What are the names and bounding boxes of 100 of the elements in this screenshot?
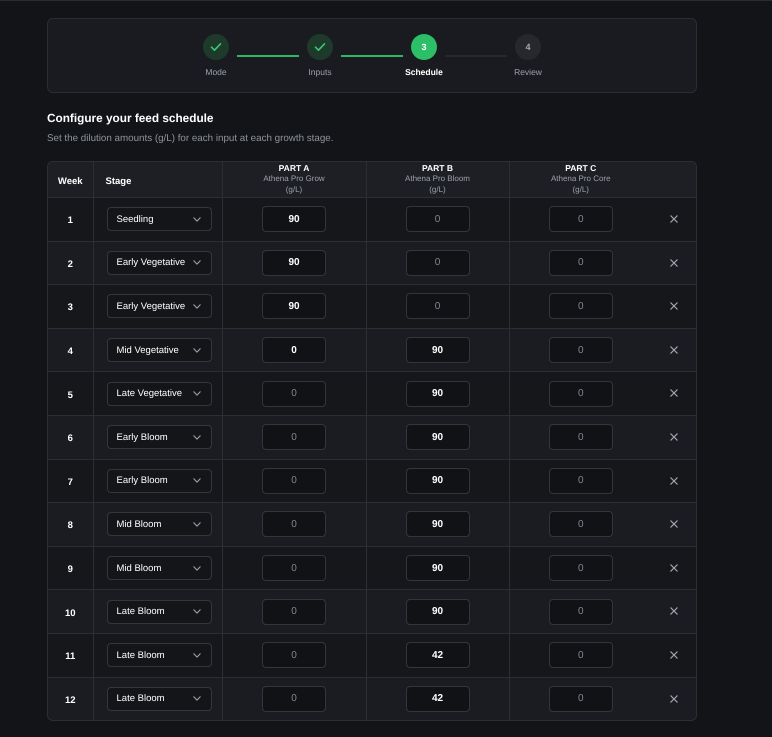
stage-select[interactable]: Late Bloom — [106, 686, 212, 711]
amount-input[interactable]: 0 — [262, 424, 326, 450]
week-number: 8 — [68, 520, 73, 532]
step-number: 3 — [411, 34, 437, 60]
remove-row-button[interactable] — [668, 518, 680, 530]
chevron-down-icon — [192, 434, 200, 440]
step-number: 4 — [515, 34, 541, 60]
week-number: 6 — [68, 433, 73, 444]
column-title: PART A — [278, 163, 310, 173]
amount-input[interactable]: 0 — [406, 250, 470, 276]
amount-input[interactable]: 0 — [548, 598, 613, 625]
stage-select[interactable]: Early Vegetative — [106, 250, 212, 275]
week-number: 9 — [68, 564, 73, 576]
column-header: Stage — [106, 176, 132, 186]
amount-input[interactable]: 0 — [406, 206, 470, 232]
remove-row-button[interactable] — [668, 344, 680, 356]
stage-select[interactable]: Seedling — [106, 207, 212, 232]
amount-input[interactable]: 0 — [548, 424, 613, 450]
column-subtitle: Athena Pro Grow — [262, 173, 326, 184]
stage-select[interactable]: Mid Bloom — [106, 512, 212, 536]
close-icon — [670, 520, 678, 528]
step-label: Mode — [205, 67, 227, 77]
chevron-down-icon — [192, 304, 200, 309]
amount-input[interactable]: 42 — [406, 686, 470, 712]
amount-input[interactable]: 0 — [262, 337, 326, 364]
amount-input[interactable]: 0 — [548, 337, 613, 364]
amount-input[interactable]: 0 — [548, 206, 613, 232]
amount-input[interactable]: 90 — [262, 250, 326, 276]
stage-select[interactable]: Late Bloom — [106, 643, 212, 668]
amount-input[interactable]: 0 — [548, 511, 613, 538]
amount-input[interactable]: 0 — [548, 293, 613, 320]
amount-input[interactable]: 90 — [406, 380, 470, 407]
amount-input[interactable]: 0 — [548, 468, 613, 494]
week-number: 3 — [68, 302, 73, 314]
amount-input[interactable]: 0 — [548, 250, 613, 276]
amount-input[interactable]: 90 — [406, 424, 470, 450]
amount-input[interactable]: 0 — [262, 555, 326, 582]
week-number: 2 — [68, 258, 73, 270]
chevron-down-icon — [192, 522, 200, 527]
chevron-down-icon — [192, 348, 200, 353]
stage-select[interactable]: Mid Bloom — [106, 556, 212, 580]
remove-row-button[interactable] — [668, 431, 680, 444]
amount-input[interactable]: 90 — [406, 337, 470, 364]
amount-input[interactable]: 90 — [406, 511, 470, 538]
column-subtitle: Athena Pro Core — [550, 173, 612, 184]
remove-row-button[interactable] — [668, 649, 680, 661]
column-subtitle: Athena Pro Bloom — [404, 173, 471, 184]
amount-input[interactable]: 0 — [548, 642, 613, 668]
chevron-down-icon — [192, 609, 200, 614]
stage-select[interactable]: Late Bloom — [106, 600, 212, 624]
chevron-down-icon — [192, 478, 200, 484]
amount-input[interactable]: 0 — [262, 511, 326, 538]
close-icon — [670, 215, 678, 224]
chevron-down-icon — [192, 652, 200, 658]
remove-row-button[interactable] — [668, 692, 680, 705]
week-number: 10 — [64, 608, 76, 619]
amount-input[interactable]: 0 — [548, 686, 613, 712]
remove-row-button[interactable] — [668, 213, 680, 226]
amount-input[interactable]: 90 — [406, 555, 470, 582]
amount-input[interactable]: 42 — [406, 642, 470, 668]
column-header: Week — [58, 176, 83, 186]
chevron-down-icon — [192, 391, 200, 396]
section-title: Configure your feed schedule — [47, 110, 214, 126]
amount-input[interactable]: 0 — [262, 380, 326, 407]
step-label: Review — [514, 67, 542, 77]
amount-input[interactable]: 0 — [262, 598, 326, 625]
chevron-down-icon — [192, 260, 200, 266]
stage-select[interactable]: Late Vegetative — [106, 382, 212, 406]
close-icon — [670, 651, 678, 659]
remove-row-button[interactable] — [668, 387, 680, 400]
amount-input[interactable]: 90 — [262, 293, 326, 320]
week-number: 1 — [68, 215, 73, 226]
close-icon — [670, 389, 678, 398]
amount-input[interactable]: 0 — [262, 642, 326, 668]
amount-input[interactable]: 0 — [262, 686, 326, 712]
amount-input[interactable]: 0 — [548, 555, 613, 582]
section-description: Set the dilution amounts (g/L) for each input at each growth stage. — [47, 133, 334, 145]
amount-input[interactable]: 90 — [262, 206, 326, 232]
amount-input[interactable]: 0 — [262, 468, 326, 494]
amount-input[interactable]: 0 — [406, 293, 470, 320]
amount-input[interactable]: 90 — [406, 598, 470, 625]
amount-input[interactable]: 0 — [548, 380, 613, 407]
remove-row-button[interactable] — [668, 474, 680, 487]
stage-select[interactable]: Mid Vegetative — [106, 338, 212, 362]
remove-row-button[interactable] — [668, 300, 680, 312]
step-label: Schedule — [405, 67, 443, 77]
stage-select[interactable]: Early Bloom — [106, 468, 212, 493]
week-number: 5 — [68, 390, 73, 401]
amount-input[interactable]: 90 — [406, 468, 470, 494]
close-icon — [670, 694, 678, 703]
remove-row-button[interactable] — [668, 562, 680, 574]
step-label: Inputs — [308, 67, 332, 77]
week-number: 7 — [68, 476, 73, 488]
remove-row-button[interactable] — [668, 256, 680, 269]
stage-select[interactable]: Early Vegetative — [106, 294, 212, 318]
chevron-down-icon — [192, 216, 200, 222]
remove-row-button[interactable] — [668, 605, 680, 618]
close-icon — [670, 476, 678, 485]
column-unit: (g/L) — [572, 184, 590, 196]
stage-select[interactable]: Early Bloom — [106, 425, 212, 450]
